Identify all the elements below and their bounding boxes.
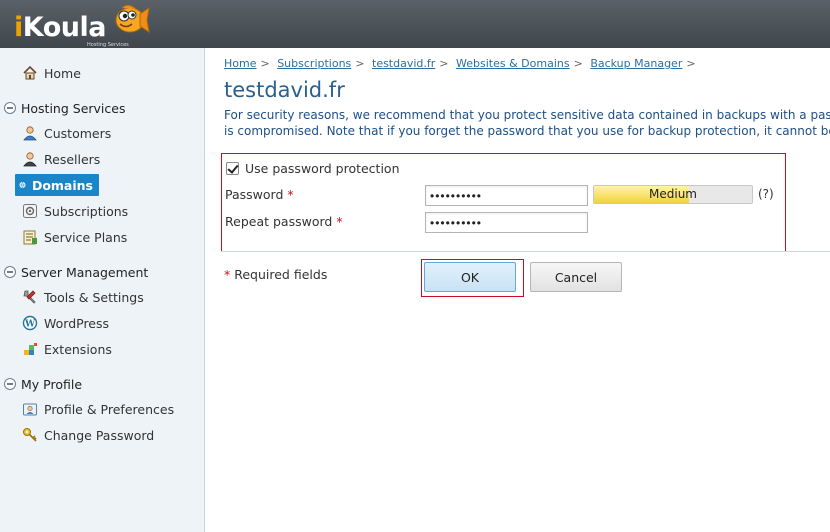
use-password-checkbox[interactable]: [226, 162, 239, 175]
sidebar-item-service-plans[interactable]: Service Plans: [22, 226, 127, 248]
ikoula-logo[interactable]: iKoula Hosting Services: [14, 4, 154, 48]
use-password-protection[interactable]: Use password protection: [226, 161, 400, 176]
page-title: testdavid.fr: [224, 78, 345, 102]
sidebar-item-customers[interactable]: Customers: [22, 122, 111, 144]
required-fields-note: * Required fields: [224, 267, 328, 282]
sidebar-item-wordpress[interactable]: W WordPress: [22, 312, 109, 334]
strength-label: Medium: [649, 187, 697, 201]
subscriptions-icon: [23, 204, 37, 218]
sidebar-item-subscriptions[interactable]: Subscriptions: [22, 200, 128, 222]
breadcrumb-websites-domains[interactable]: Websites & Domains: [456, 57, 570, 70]
group-hosting-services[interactable]: Hosting Services: [4, 98, 125, 118]
breadcrumb-subscriptions[interactable]: Subscriptions: [277, 57, 351, 70]
sidebar-item-extensions[interactable]: Extensions: [22, 338, 112, 360]
breadcrumb-subscription[interactable]: testdavid.fr: [372, 57, 435, 70]
home-icon: [23, 65, 37, 80]
collapse-icon[interactable]: [4, 102, 16, 114]
main-content: Home > Subscriptions > testdavid.fr > Websi…: [206, 48, 830, 532]
sidebar-item-home[interactable]: Home: [22, 62, 81, 84]
top-header: iKoula Hosting Services: [0, 0, 830, 48]
password-help-link[interactable]: (?): [758, 187, 774, 201]
sidebar-item-tools-settings[interactable]: Tools & Settings: [22, 286, 144, 308]
divider: [221, 251, 830, 252]
profile-card-icon: [23, 403, 37, 416]
sidebar-item-resellers[interactable]: Resellers: [22, 148, 100, 170]
collapse-icon[interactable]: [4, 266, 16, 278]
breadcrumb-backup-manager[interactable]: Backup Manager: [590, 57, 682, 70]
ok-button[interactable]: OK: [424, 262, 516, 292]
wordpress-icon: W: [22, 315, 38, 331]
sidebar-item-domains[interactable]: Domains: [15, 174, 99, 196]
svg-text:W: W: [24, 320, 36, 330]
group-my-profile[interactable]: My Profile: [4, 374, 82, 394]
globe-icon: [19, 181, 26, 189]
group-server-management[interactable]: Server Management: [4, 262, 148, 282]
password-protection-section: Use password protection Password * Mediu…: [221, 153, 786, 252]
password-strength-meter: Medium: [593, 185, 753, 204]
sidebar: Home Hosting Services Customers Reseller…: [0, 48, 205, 532]
reseller-icon: [23, 152, 37, 167]
breadcrumb: Home > Subscriptions > testdavid.fr > Websi…: [224, 57, 696, 70]
intro-text: For security reasons, we recommend that …: [224, 108, 830, 138]
customer-icon: [23, 126, 37, 141]
fish-mascot-icon: [115, 4, 150, 34]
sidebar-item-profile-preferences[interactable]: Profile & Preferences: [22, 398, 174, 420]
tools-icon: [23, 290, 36, 304]
repeat-password-label: Repeat password *: [225, 214, 343, 229]
sidebar-item-change-password[interactable]: Change Password: [22, 424, 154, 446]
repeat-password-field[interactable]: [425, 212, 588, 233]
password-field[interactable]: [425, 185, 588, 206]
collapse-icon[interactable]: [4, 378, 16, 390]
service-plans-icon: [23, 230, 37, 245]
password-label: Password *: [225, 187, 294, 202]
cancel-button[interactable]: Cancel: [530, 262, 622, 292]
extensions-icon: [24, 343, 37, 355]
breadcrumb-home[interactable]: Home: [224, 57, 256, 70]
logo-wordmark: iKoula: [14, 12, 106, 43]
key-icon: [23, 428, 37, 442]
